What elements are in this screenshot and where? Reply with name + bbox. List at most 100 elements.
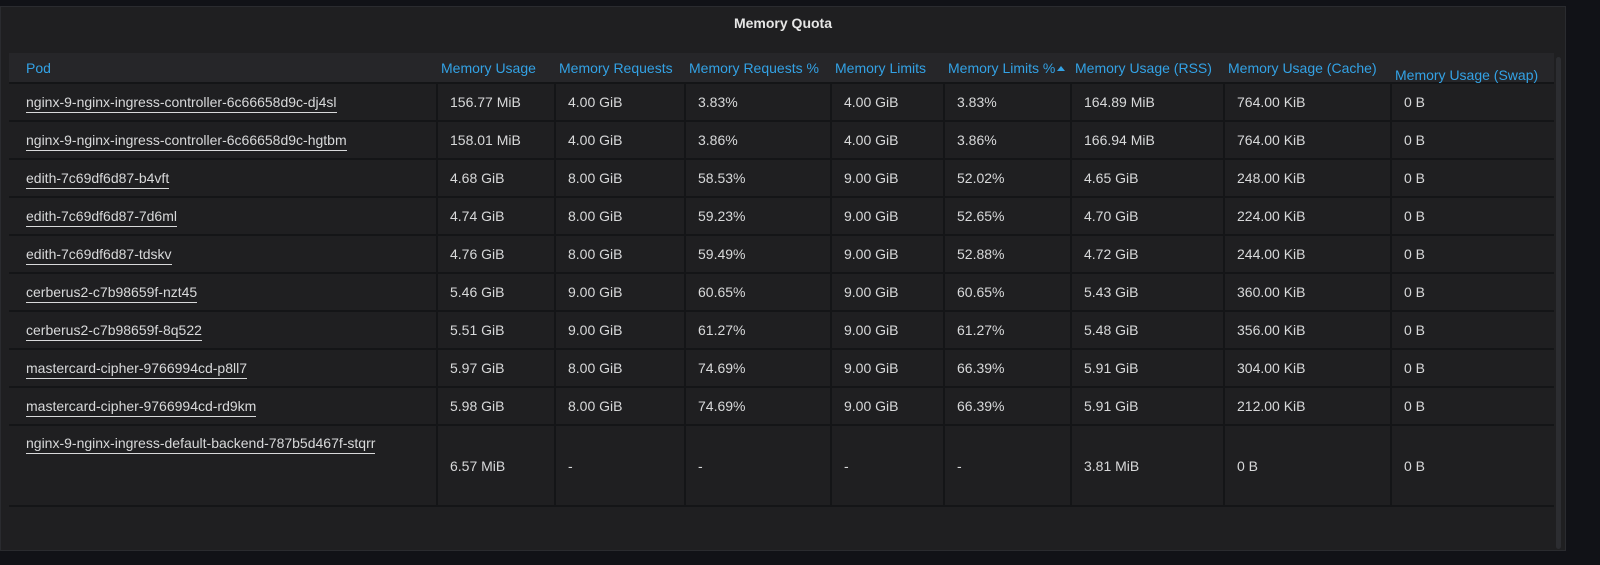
cell-pod: cerberus2-c7b98659f-8q522 <box>9 311 438 350</box>
cell-memory-usage: 4.68 GiB <box>437 159 556 198</box>
pod-link[interactable]: nginx-9-nginx-ingress-controller-6c66658… <box>26 132 347 151</box>
cell-pod: mastercard-cipher-9766994cd-rd9km <box>9 387 438 426</box>
cell-memory-usage: 5.46 GiB <box>437 273 556 312</box>
cell-memory-requests-percent: 61.27% <box>685 311 832 350</box>
cell-memory-requests: 8.00 GiB <box>555 235 686 274</box>
table-row: edith-7c69df6d87-b4vft 4.68 GiB 8.00 GiB 58… <box>9 159 1554 198</box>
cell-memory-requests: 9.00 GiB <box>555 273 686 312</box>
cell-memory-usage-rss: 5.91 GiB <box>1071 349 1225 388</box>
table-row: edith-7c69df6d87-7d6ml 4.74 GiB 8.00 GiB 59… <box>9 197 1554 236</box>
pod-link[interactable]: cerberus2-c7b98659f-8q522 <box>26 322 202 341</box>
column-header-memory-requests-percent[interactable]: Memory Requests % <box>685 53 831 84</box>
cell-memory-limits: 9.00 GiB <box>831 311 945 350</box>
pod-link[interactable]: edith-7c69df6d87-b4vft <box>26 170 170 189</box>
cell-memory-requests: 8.00 GiB <box>555 387 686 426</box>
cell-memory-requests-percent: 59.49% <box>685 235 832 274</box>
cell-memory-requests-percent: 74.69% <box>685 349 832 388</box>
cell-memory-limits: 9.00 GiB <box>831 273 945 312</box>
cell-memory-usage-rss: 5.91 GiB <box>1071 387 1225 426</box>
pod-link[interactable]: nginx-9-nginx-ingress-default-backend-78… <box>26 435 376 454</box>
table-row: nginx-9-nginx-ingress-controller-6c66658… <box>9 121 1554 160</box>
cell-memory-usage: 158.01 MiB <box>437 121 556 160</box>
cell-memory-requests-percent: - <box>685 425 832 507</box>
memory-quota-table-wrapper: Pod Memory Usage Memory Requests Memory … <box>9 53 1554 507</box>
cell-memory-usage-rss: 164.89 MiB <box>1071 83 1225 122</box>
cell-memory-usage-swap: 0 B <box>1391 197 1554 236</box>
cell-memory-requests-percent: 60.65% <box>685 273 832 312</box>
cell-memory-usage-rss: 5.48 GiB <box>1071 311 1225 350</box>
cell-memory-limits-percent: 52.65% <box>944 197 1072 236</box>
cell-memory-limits-percent: 66.39% <box>944 387 1072 426</box>
column-header-memory-limits[interactable]: Memory Limits <box>831 53 944 84</box>
cell-memory-requests-percent: 3.83% <box>685 83 832 122</box>
table-header: Pod Memory Usage Memory Requests Memory … <box>9 53 1554 84</box>
cell-memory-requests-percent: 59.23% <box>685 197 832 236</box>
cell-memory-limits-percent: 60.65% <box>944 273 1072 312</box>
cell-pod: nginx-9-nginx-ingress-controller-6c66658… <box>9 83 438 122</box>
column-header-memory-usage-rss[interactable]: Memory Usage (RSS) <box>1071 53 1224 84</box>
table-row: nginx-9-nginx-ingress-default-backend-78… <box>9 425 1554 507</box>
cell-memory-usage-swap: 0 B <box>1391 235 1554 274</box>
cell-memory-requests-percent: 3.86% <box>685 121 832 160</box>
cell-memory-limits-percent: 66.39% <box>944 349 1072 388</box>
cell-memory-limits: 4.00 GiB <box>831 121 945 160</box>
pod-link[interactable]: edith-7c69df6d87-7d6ml <box>26 208 177 227</box>
cell-pod: mastercard-cipher-9766994cd-p8ll7 <box>9 349 438 388</box>
cell-memory-requests: 9.00 GiB <box>555 311 686 350</box>
cell-memory-usage-swap: 0 B <box>1391 425 1554 507</box>
cell-memory-usage: 5.98 GiB <box>437 387 556 426</box>
cell-memory-usage: 4.76 GiB <box>437 235 556 274</box>
vertical-scrollbar[interactable] <box>1556 57 1561 549</box>
cell-pod: edith-7c69df6d87-7d6ml <box>9 197 438 236</box>
cell-memory-usage-rss: 4.72 GiB <box>1071 235 1225 274</box>
cell-memory-limits: 4.00 GiB <box>831 83 945 122</box>
cell-memory-requests: 8.00 GiB <box>555 197 686 236</box>
pod-link[interactable]: edith-7c69df6d87-tdskv <box>26 246 172 265</box>
cell-memory-usage: 6.57 MiB <box>437 425 556 507</box>
cell-memory-usage-cache: 304.00 KiB <box>1224 349 1392 388</box>
cell-memory-limits-percent: 61.27% <box>944 311 1072 350</box>
memory-quota-panel: Memory Quota Pod Memory Usage Memory Req… <box>0 6 1566 551</box>
cell-memory-usage-rss: 5.43 GiB <box>1071 273 1225 312</box>
cell-memory-usage-cache: 244.00 KiB <box>1224 235 1392 274</box>
table-row: nginx-9-nginx-ingress-controller-6c66658… <box>9 83 1554 122</box>
column-header-memory-usage-swap[interactable]: Memory Usage (Swap) <box>1391 53 1554 84</box>
cell-pod: cerberus2-c7b98659f-nzt45 <box>9 273 438 312</box>
cell-memory-requests: 8.00 GiB <box>555 349 686 388</box>
pod-link[interactable]: mastercard-cipher-9766994cd-rd9km <box>26 398 257 417</box>
cell-pod: nginx-9-nginx-ingress-controller-6c66658… <box>9 121 438 160</box>
cell-pod: edith-7c69df6d87-tdskv <box>9 235 438 274</box>
cell-memory-usage: 4.74 GiB <box>437 197 556 236</box>
table-row: mastercard-cipher-9766994cd-rd9km 5.98 Gi… <box>9 387 1554 426</box>
cell-memory-usage: 5.51 GiB <box>437 311 556 350</box>
panel-title[interactable]: Memory Quota <box>1 7 1565 39</box>
column-header-memory-usage-cache[interactable]: Memory Usage (Cache) <box>1224 53 1391 84</box>
table-body: nginx-9-nginx-ingress-controller-6c66658… <box>9 83 1554 507</box>
pod-link[interactable]: mastercard-cipher-9766994cd-p8ll7 <box>26 360 248 379</box>
cell-memory-requests: 4.00 GiB <box>555 121 686 160</box>
cell-memory-usage-cache: 360.00 KiB <box>1224 273 1392 312</box>
cell-memory-limits: 9.00 GiB <box>831 159 945 198</box>
cell-memory-limits-percent: 3.83% <box>944 83 1072 122</box>
column-header-memory-usage[interactable]: Memory Usage <box>437 53 555 84</box>
table-row: mastercard-cipher-9766994cd-p8ll7 5.97 Gi… <box>9 349 1554 388</box>
column-header-pod[interactable]: Pod <box>9 53 437 84</box>
cell-memory-usage-cache: 764.00 KiB <box>1224 83 1392 122</box>
column-header-memory-limits-percent[interactable]: Memory Limits % <box>944 53 1071 84</box>
cell-memory-requests: - <box>555 425 686 507</box>
cell-memory-limits-percent: 3.86% <box>944 121 1072 160</box>
cell-memory-usage-swap: 0 B <box>1391 121 1554 160</box>
pod-link[interactable]: nginx-9-nginx-ingress-controller-6c66658… <box>26 94 337 113</box>
pod-link[interactable]: cerberus2-c7b98659f-nzt45 <box>26 284 198 303</box>
cell-memory-usage-cache: 248.00 KiB <box>1224 159 1392 198</box>
cell-memory-usage-swap: 0 B <box>1391 159 1554 198</box>
cell-pod: edith-7c69df6d87-b4vft <box>9 159 438 198</box>
cell-memory-usage-swap: 0 B <box>1391 311 1554 350</box>
cell-memory-limits: - <box>831 425 945 507</box>
cell-memory-limits-percent: - <box>944 425 1072 507</box>
cell-memory-usage: 156.77 MiB <box>437 83 556 122</box>
cell-memory-usage-cache: 0 B <box>1224 425 1392 507</box>
cell-memory-usage: 5.97 GiB <box>437 349 556 388</box>
cell-pod: nginx-9-nginx-ingress-default-backend-78… <box>9 425 438 507</box>
column-header-memory-requests[interactable]: Memory Requests <box>555 53 685 84</box>
